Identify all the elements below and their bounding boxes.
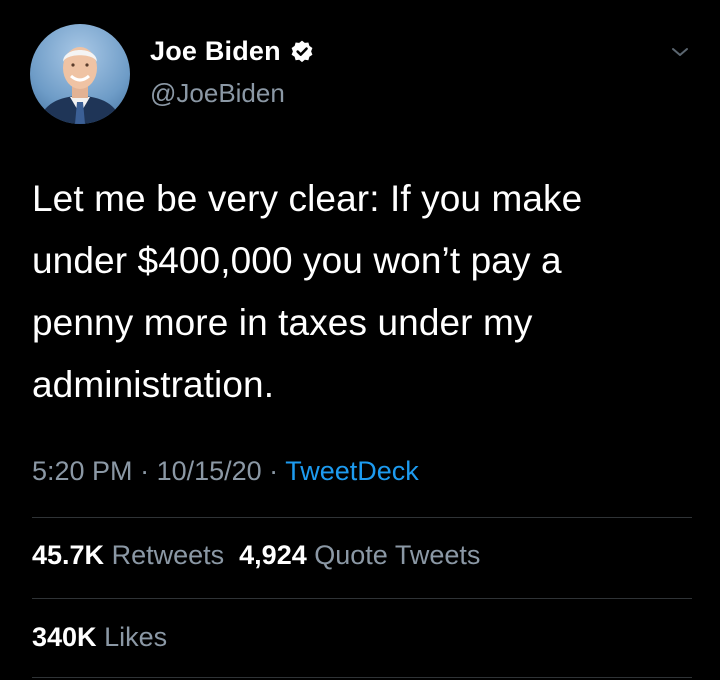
retweets-label: Retweets [111,540,225,570]
author-handle[interactable]: @JoeBiden [150,78,285,109]
likes-stat[interactable]: 340K Likes [32,622,167,652]
meta-separator: · [261,456,286,486]
retweets-stat[interactable]: 45.7K Retweets [32,540,224,570]
profile-photo [38,47,122,124]
verified-badge-icon [289,39,315,65]
meta-separator: · [132,456,157,486]
tweet-time[interactable]: 5:20 PM [32,456,133,486]
retweets-count: 45.7K [32,540,105,570]
quote-tweets-count: 4,924 [239,540,307,570]
divider [32,677,692,678]
divider [32,517,692,518]
tweet-text: Let me be very clear: If you make under … [32,178,583,405]
quote-tweets-label: Quote Tweets [314,540,481,570]
divider [32,598,692,599]
tweet-date[interactable]: 10/15/20 [157,456,262,486]
author-name-row[interactable]: Joe Biden [150,36,315,67]
display-name[interactable]: Joe Biden [150,36,281,67]
tweet-meta: 5:20 PM · 10/15/20 · TweetDeck [32,456,419,487]
quote-tweets-stat[interactable]: 4,924 Quote Tweets [239,540,480,570]
likes-label: Likes [104,622,168,652]
likes-count: 340K [32,622,97,652]
chevron-down-icon[interactable] [668,40,692,64]
likes-row: 340K Likes [32,622,167,653]
engagement-row: 45.7K Retweets 4,924 Quote Tweets [32,540,480,571]
avatar[interactable] [30,24,130,124]
tweet-source-link[interactable]: TweetDeck [285,456,419,486]
